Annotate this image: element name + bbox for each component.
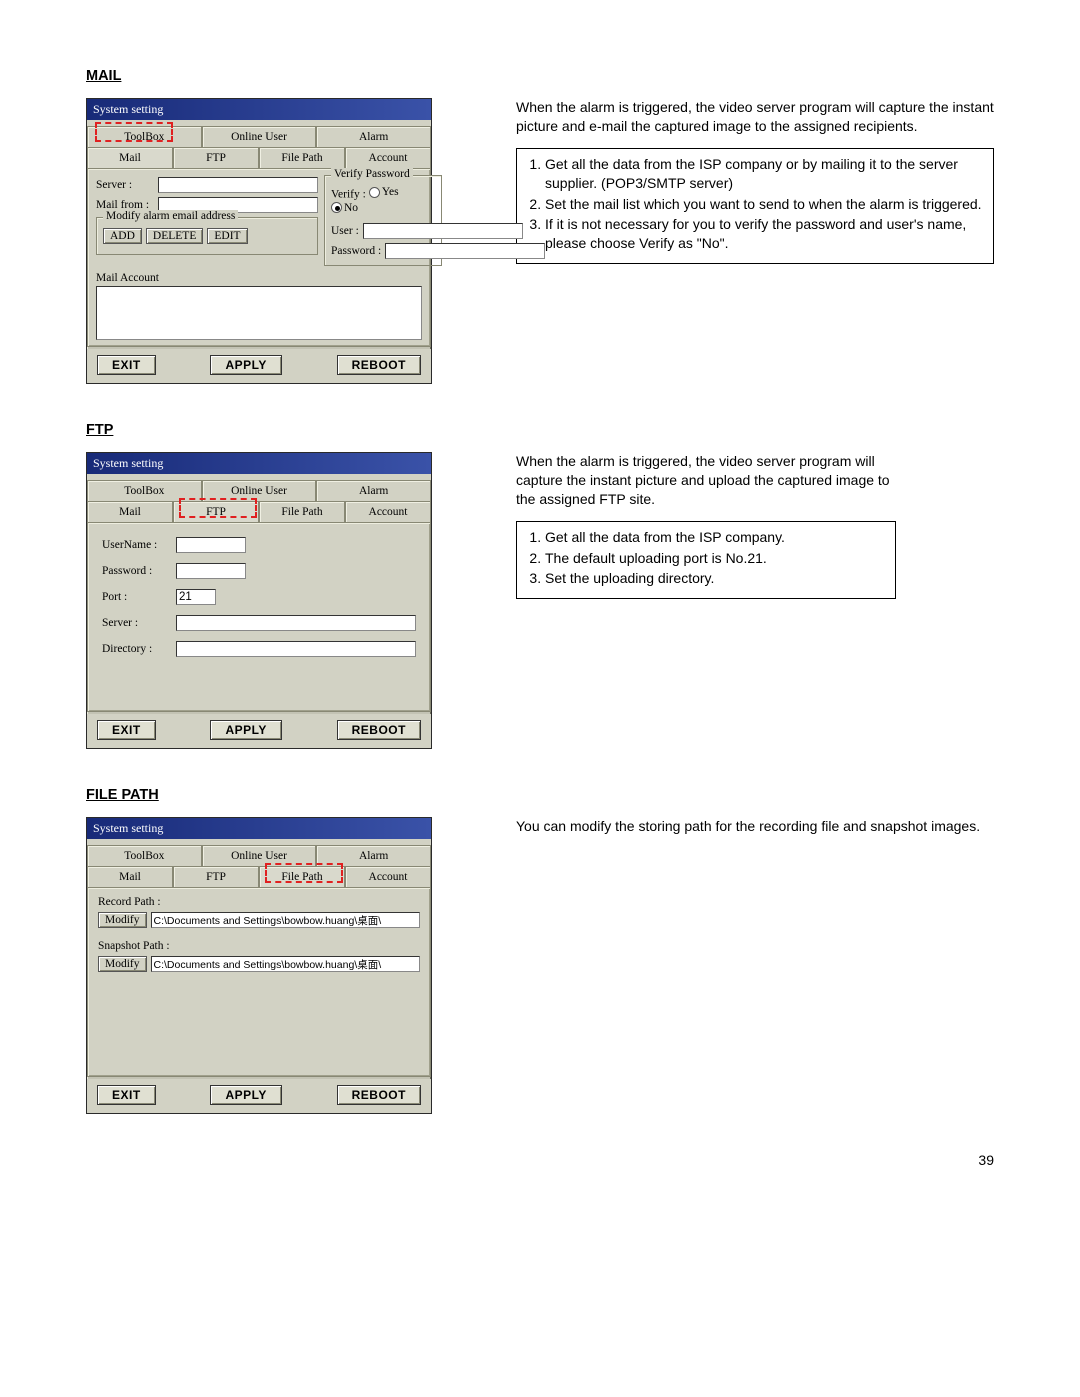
input-directory[interactable] [176, 641, 416, 657]
section-filepath: FILE PATH System setting ToolBox Online … [86, 787, 994, 1114]
section-ftp: FTP System setting ToolBox Online User A… [86, 422, 994, 749]
panel-filepath: Record Path : Modify Snapshot Path : Mod… [87, 887, 431, 1077]
input-port[interactable] [176, 589, 216, 605]
tab-alarm[interactable]: Alarm [316, 480, 431, 501]
tab-online-user[interactable]: Online User [202, 480, 317, 501]
page-number: 39 [86, 1152, 994, 1168]
group-modify-title: Modify alarm email address [103, 210, 238, 222]
group-verify-title: Verify Password [331, 168, 413, 180]
apply-button[interactable]: APPLY [210, 1085, 281, 1105]
input-username[interactable] [176, 537, 246, 553]
delete-button[interactable]: DELETE [146, 228, 203, 244]
dialog-title: System setting [87, 99, 431, 120]
tab-alarm[interactable]: Alarm [316, 845, 431, 866]
tab-mail[interactable]: Mail [87, 147, 173, 168]
tab-alarm[interactable]: Alarm [316, 126, 431, 147]
reboot-button[interactable]: REBOOT [337, 355, 421, 375]
dialog-mail: System setting ToolBox Online User Alarm… [86, 98, 432, 384]
tab-online-user[interactable]: Online User [202, 126, 317, 147]
tab-ftp[interactable]: FTP [173, 866, 259, 887]
apply-button[interactable]: APPLY [210, 355, 281, 375]
heading-ftp: FTP [86, 422, 994, 438]
reboot-button[interactable]: REBOOT [337, 1085, 421, 1105]
edit-button[interactable]: EDIT [207, 228, 247, 244]
section-mail: MAIL System setting ToolBox Online User … [86, 68, 994, 384]
tab-mail[interactable]: Mail [87, 866, 173, 887]
tab-account[interactable]: Account [345, 866, 431, 887]
input-ftp-password[interactable] [176, 563, 246, 579]
panel-ftp: UserName : Password : Port : Server [87, 522, 431, 712]
note-item: Set the mail list which you want to send… [545, 195, 985, 214]
apply-button[interactable]: APPLY [210, 720, 281, 740]
tab-file-path[interactable]: File Path [259, 147, 345, 168]
tab-online-user[interactable]: Online User [202, 845, 317, 866]
label-server: Server : [96, 179, 154, 191]
input-ftp-server[interactable] [176, 615, 416, 631]
input-record-path[interactable] [151, 912, 421, 928]
label-password: Password : [331, 245, 381, 257]
mail-account-list[interactable] [96, 286, 422, 340]
label-snapshot-path: Snapshot Path : [98, 940, 420, 952]
heading-filepath: FILE PATH [86, 787, 994, 803]
exit-button[interactable]: EXIT [97, 355, 156, 375]
tab-toolbox[interactable]: ToolBox [87, 480, 202, 501]
label-port: Port : [102, 591, 172, 603]
reboot-button[interactable]: REBOOT [337, 720, 421, 740]
radio-no[interactable]: No [331, 202, 358, 214]
label-record-path: Record Path : [98, 896, 420, 908]
tabstrip: ToolBox Online User Alarm Mail FTP File … [87, 120, 431, 168]
add-button[interactable]: ADD [103, 228, 142, 244]
label-ftp-server: Server : [102, 617, 172, 629]
tab-toolbox[interactable]: ToolBox [87, 126, 202, 147]
tab-ftp[interactable]: FTP [173, 501, 259, 522]
label-username: UserName : [102, 539, 172, 551]
label-ftp-password: Password : [102, 565, 172, 577]
desc-filepath: You can modify the storing path for the … [516, 817, 994, 836]
exit-button[interactable]: EXIT [97, 1085, 156, 1105]
note-item: Set the uploading directory. [545, 569, 887, 588]
notes-ftp: Get all the data from the ISP company. T… [516, 521, 896, 600]
dialog-ftp: System setting ToolBox Online User Alarm… [86, 452, 432, 749]
label-directory: Directory : [102, 643, 172, 655]
label-user: User : [331, 225, 359, 237]
tab-ftp[interactable]: FTP [173, 147, 259, 168]
tab-file-path[interactable]: File Path [259, 866, 345, 887]
tab-account[interactable]: Account [345, 501, 431, 522]
dialog-title: System setting [87, 818, 431, 839]
dialog-filepath: System setting ToolBox Online User Alarm… [86, 817, 432, 1114]
footer-buttons: EXIT APPLY REBOOT [87, 349, 431, 383]
tab-account[interactable]: Account [345, 147, 431, 168]
dialog-title: System setting [87, 453, 431, 474]
exit-button[interactable]: EXIT [97, 720, 156, 740]
modify-snapshot-button[interactable]: Modify [98, 956, 147, 972]
desc-mail: When the alarm is triggered, the video s… [516, 98, 994, 136]
notes-mail: Get all the data from the ISP company or… [516, 148, 994, 264]
desc-ftp: When the alarm is triggered, the video s… [516, 452, 896, 509]
label-verify: Verify : [331, 189, 366, 201]
modify-record-button[interactable]: Modify [98, 912, 147, 928]
panel-mail: Server : Mail from : Modify alarm email … [87, 168, 431, 347]
note-item: If it is not necessary for you to verify… [545, 215, 985, 253]
input-user[interactable] [363, 223, 523, 239]
label-mail-account: Mail Account [96, 272, 422, 284]
tab-toolbox[interactable]: ToolBox [87, 845, 202, 866]
input-snapshot-path[interactable] [151, 956, 421, 972]
radio-yes-label: Yes [382, 186, 399, 198]
heading-mail: MAIL [86, 68, 994, 84]
note-item: The default uploading port is No.21. [545, 549, 887, 568]
note-item: Get all the data from the ISP company or… [545, 155, 985, 193]
radio-yes[interactable]: Yes [369, 186, 399, 198]
note-item: Get all the data from the ISP company. [545, 528, 887, 547]
tab-mail[interactable]: Mail [87, 501, 173, 522]
tab-file-path[interactable]: File Path [259, 501, 345, 522]
input-password[interactable] [385, 243, 545, 259]
input-server[interactable] [158, 177, 318, 193]
radio-no-label: No [344, 202, 358, 214]
